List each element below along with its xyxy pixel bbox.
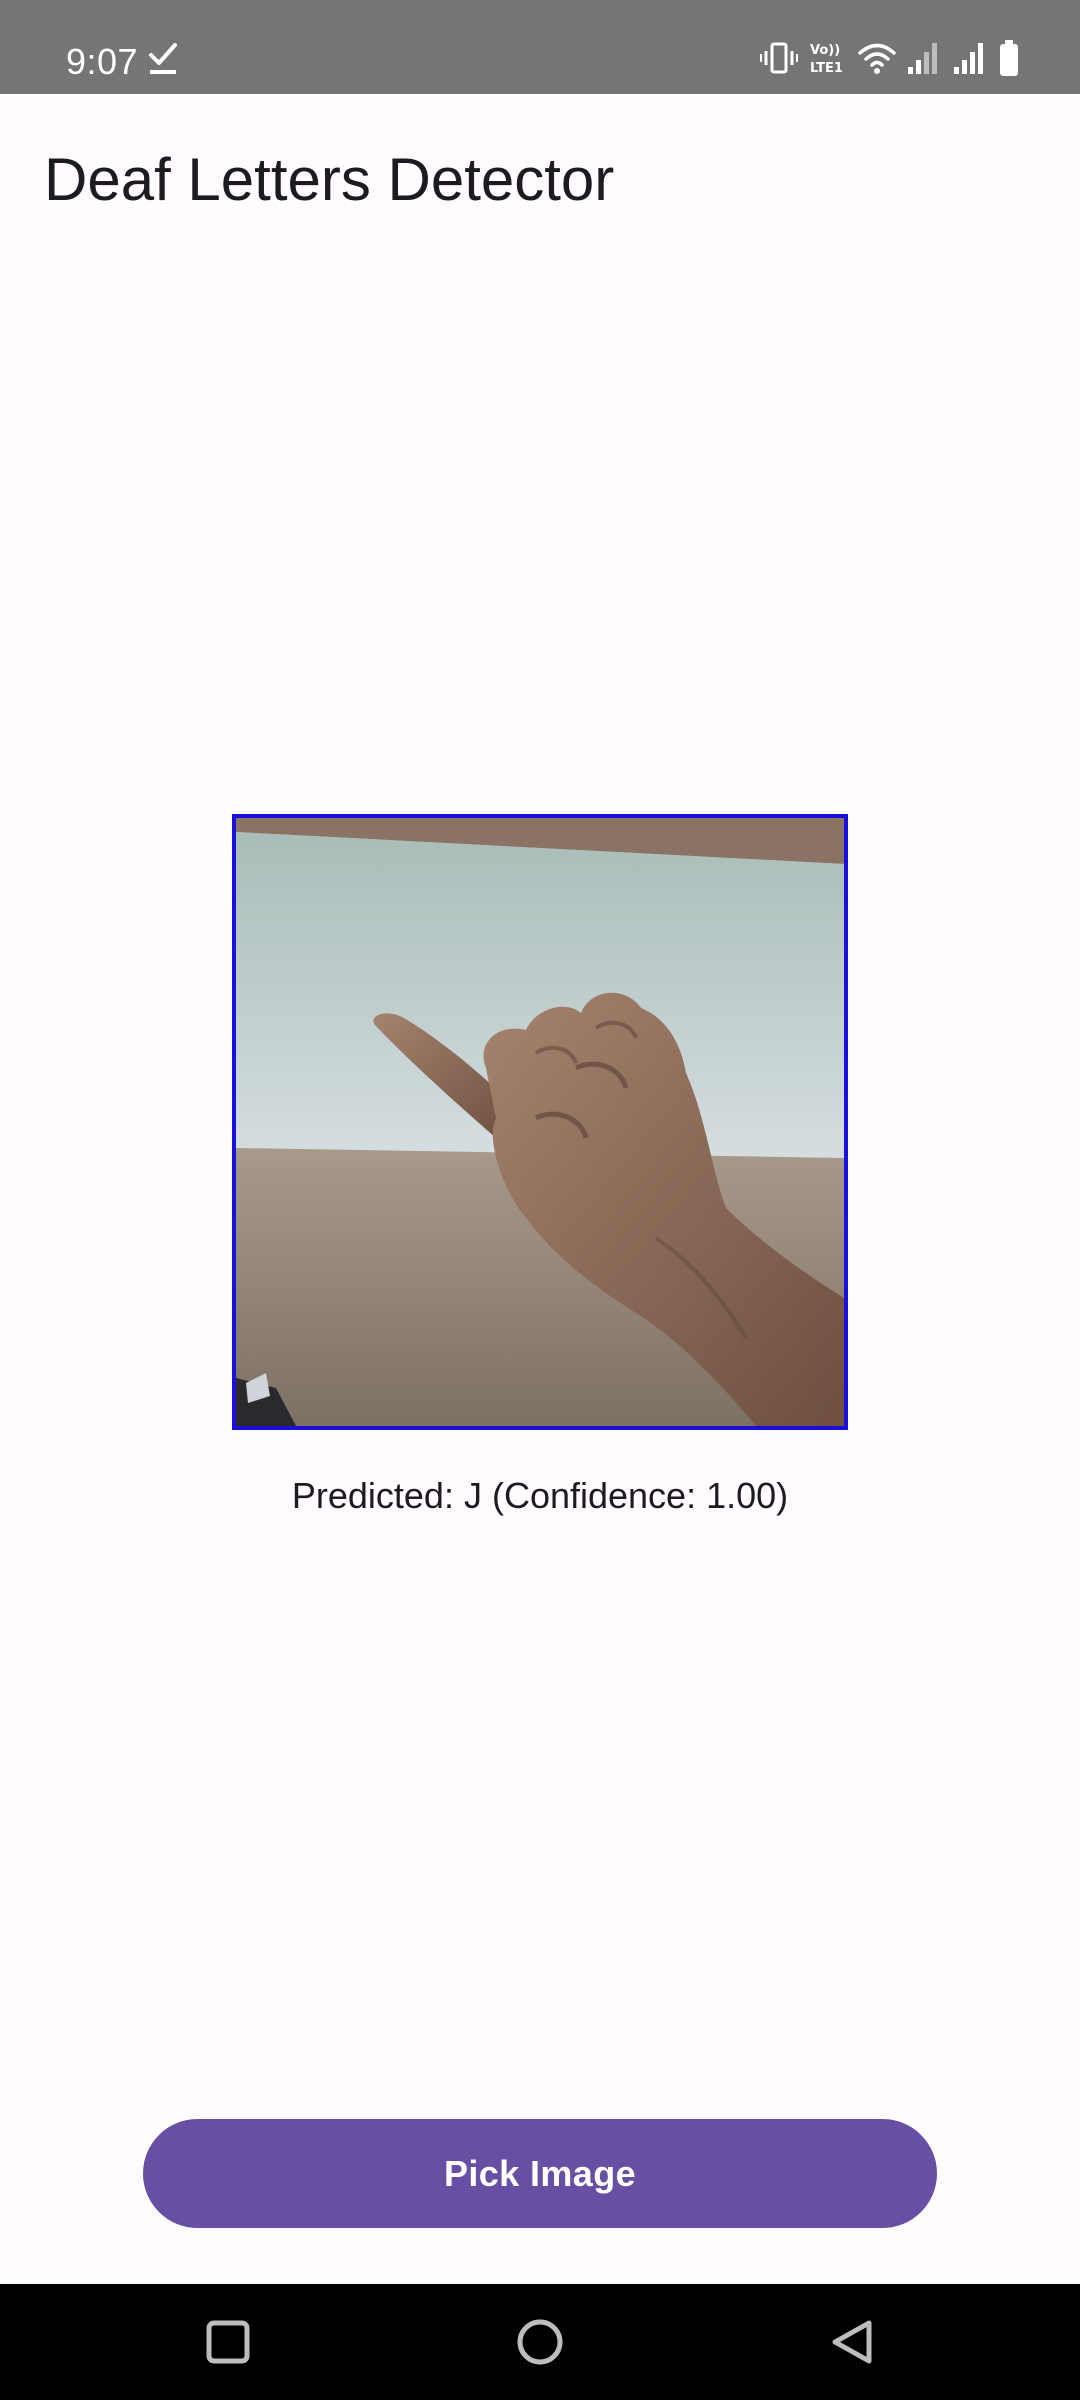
- page-title: Deaf Letters Detector: [44, 146, 615, 213]
- svg-text:Vo)): Vo)): [810, 43, 840, 58]
- status-icons: Vo)) LTE1: [760, 36, 1020, 80]
- back-icon: [832, 2320, 872, 2364]
- vibrate-icon: [760, 42, 798, 74]
- svg-text:LTE1: LTE1: [810, 61, 843, 76]
- check-icon: [149, 43, 177, 74]
- volte-icon: Vo)) LTE1: [810, 43, 843, 76]
- signal-icon: [954, 43, 983, 74]
- navigation-bar: [0, 2284, 1080, 2400]
- hand-sign-image: [236, 818, 844, 1426]
- recents-button[interactable]: [148, 2284, 308, 2400]
- wifi-icon: [858, 43, 896, 74]
- signal-icon: [908, 43, 937, 74]
- prediction-result: Predicted: J (Confidence: 1.00): [291, 1475, 789, 1516]
- home-icon: [517, 2319, 563, 2365]
- status-time: 9:07: [66, 41, 139, 82]
- image-preview: [232, 814, 848, 1430]
- pick-image-button[interactable]: Pick Image: [143, 2119, 937, 2228]
- recents-icon: [206, 2320, 250, 2364]
- back-button[interactable]: [772, 2284, 932, 2400]
- status-bar: 9:07 Vo)) LTE1: [0, 0, 1080, 94]
- home-button[interactable]: [460, 2284, 620, 2400]
- battery-icon: [1000, 40, 1018, 76]
